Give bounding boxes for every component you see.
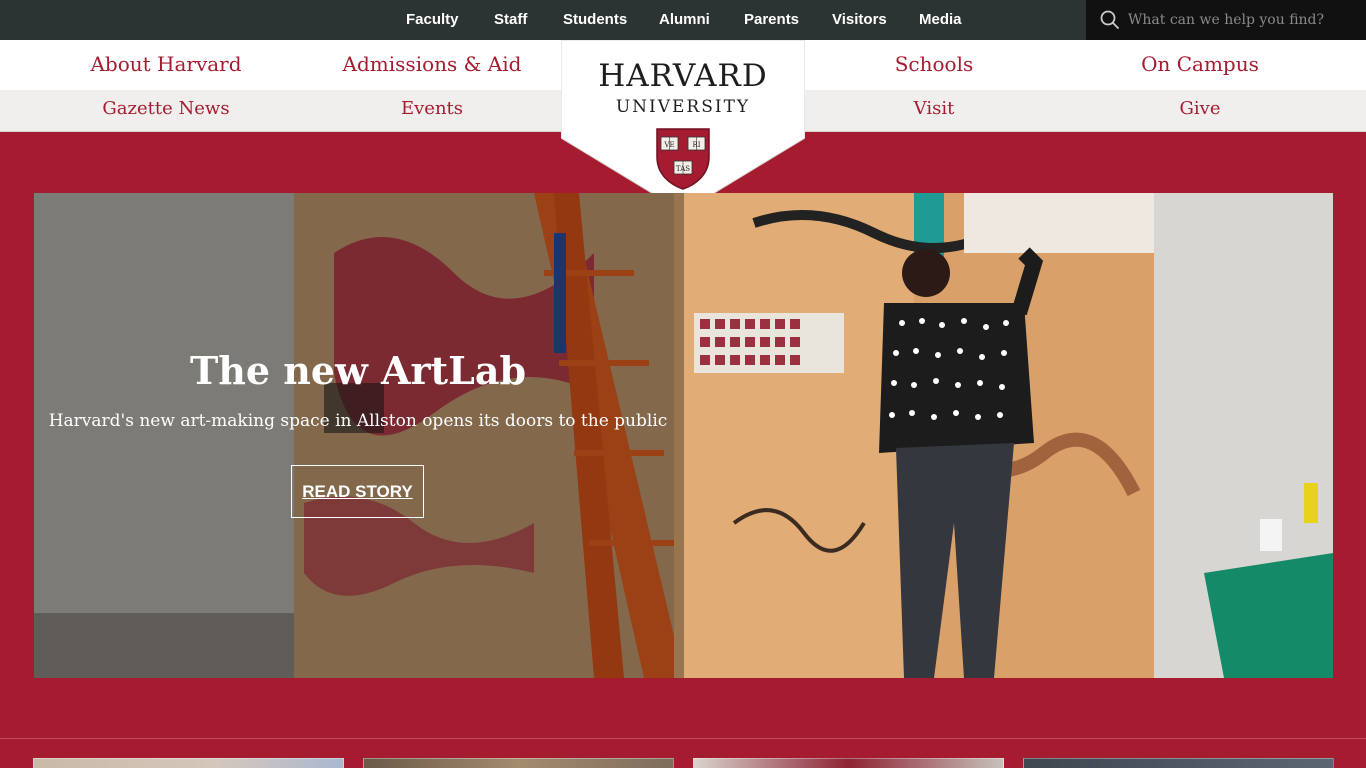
- nav-alumni[interactable]: Alumni: [659, 11, 710, 28]
- nav-staff[interactable]: Staff: [494, 11, 527, 28]
- read-story-button[interactable]: READ STORY: [291, 465, 424, 518]
- search-box: [1086, 0, 1366, 40]
- teaser-card-2[interactable]: [363, 758, 674, 768]
- nav-visit[interactable]: Visit: [914, 98, 955, 119]
- crest-motto-tas: TAS: [676, 165, 690, 173]
- logo-subtitle: UNIVERSITY: [615, 97, 751, 117]
- hero-subtitle: Harvard's new art-making space in Allsto…: [48, 411, 668, 431]
- nav-gazette-news[interactable]: Gazette News: [102, 98, 229, 119]
- nav-parents[interactable]: Parents: [744, 11, 799, 28]
- hero-feature: The new ArtLab Harvard's new art-making …: [34, 193, 1333, 678]
- teaser-card-3[interactable]: [693, 758, 1004, 768]
- hero-title: The new ArtLab: [189, 348, 527, 393]
- teaser-card-1[interactable]: [33, 758, 344, 768]
- teaser-card-4[interactable]: [1023, 758, 1334, 768]
- nav-give[interactable]: Give: [1180, 98, 1221, 119]
- nav-visitors[interactable]: Visitors: [832, 11, 887, 28]
- harvard-logo[interactable]: HARVARD UNIVERSITY VE RI TAS: [561, 40, 805, 215]
- nav-students[interactable]: Students: [563, 11, 627, 28]
- search-input[interactable]: [1128, 8, 1358, 32]
- nav-events[interactable]: Events: [401, 98, 463, 119]
- utility-bar: Faculty Staff Students Alumni Parents Vi…: [0, 0, 1366, 40]
- crest-motto-ri: RI: [692, 141, 700, 149]
- nav-on-campus[interactable]: On Campus: [1141, 52, 1259, 76]
- section-divider: [0, 738, 1366, 739]
- veritas-crest-icon: VE RI TAS: [656, 128, 710, 190]
- audience-nav: Faculty Staff Students Alumni Parents Vi…: [0, 0, 1086, 40]
- hero-text-overlay: [34, 193, 684, 678]
- logo-wordmark: HARVARD: [598, 58, 768, 94]
- nav-about-harvard[interactable]: About Harvard: [90, 52, 241, 76]
- crest-motto-ve: VE: [663, 141, 674, 149]
- nav-schools[interactable]: Schools: [895, 52, 974, 76]
- nav-media[interactable]: Media: [919, 11, 962, 28]
- nav-faculty[interactable]: Faculty: [406, 11, 459, 28]
- nav-admissions-aid[interactable]: Admissions & Aid: [343, 52, 522, 76]
- search-icon[interactable]: [1100, 10, 1120, 30]
